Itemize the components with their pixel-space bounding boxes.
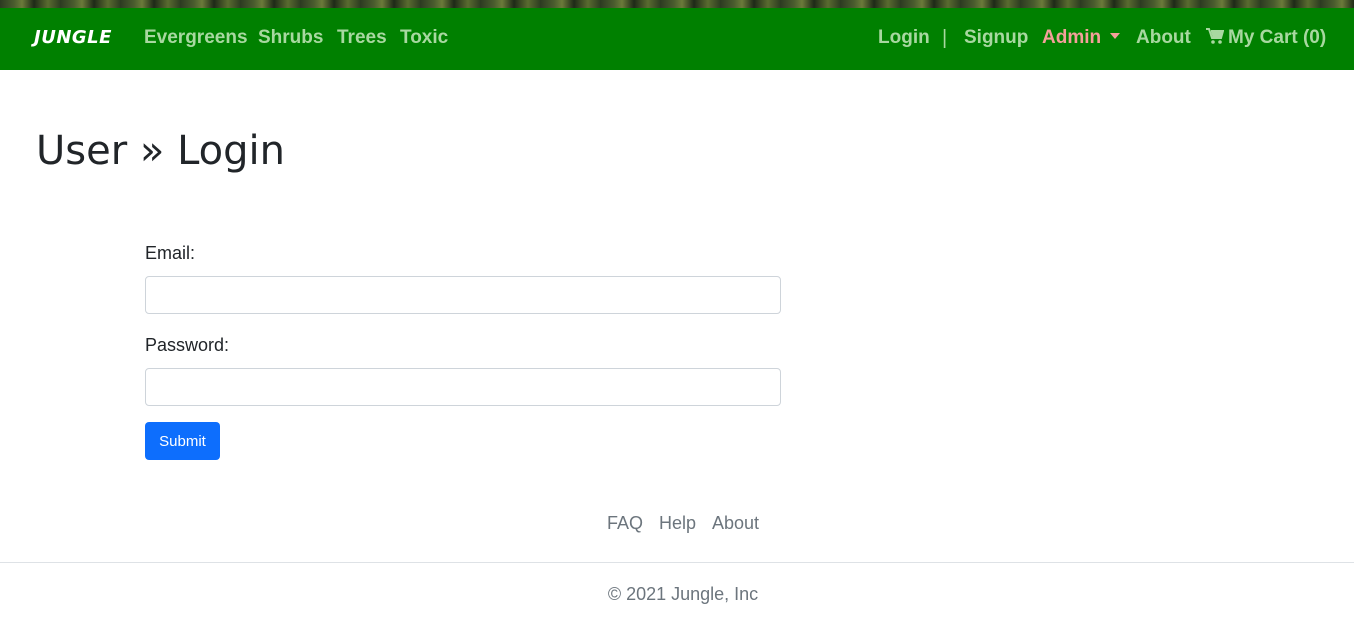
footer-links: FAQ Help About: [0, 513, 1354, 534]
submit-button[interactable]: Submit: [145, 422, 220, 460]
footer-link-faq[interactable]: FAQ: [607, 513, 643, 534]
page-title: User » Login: [36, 128, 285, 174]
nav-link-shrubs[interactable]: Shrubs: [258, 27, 323, 49]
nav-dropdown-admin[interactable]: Admin: [1042, 27, 1121, 49]
copyright-text: © 2021 Jungle, Inc: [607, 584, 759, 604]
cart-label: My Cart (0): [1228, 27, 1327, 48]
nav-divider: |: [942, 27, 948, 49]
forest-banner-strip: [0, 0, 1354, 8]
footer-link-about[interactable]: About: [712, 513, 759, 534]
nav-link-cart[interactable]: My Cart (0): [1206, 27, 1326, 49]
brand-logo[interactable]: JUNGLE: [34, 27, 112, 48]
nav-link-evergreens[interactable]: Evergreens: [144, 27, 248, 49]
password-label: Password:: [145, 335, 230, 355]
admin-label: Admin: [1042, 27, 1102, 48]
cart-icon: [1206, 28, 1224, 44]
email-label: Email:: [145, 243, 196, 263]
nav-link-signup[interactable]: Signup: [964, 27, 1028, 49]
top-navbar: JUNGLE Evergreens Shrubs Trees Toxic Log…: [0, 8, 1354, 70]
nav-link-trees[interactable]: Trees: [337, 27, 387, 49]
email-field[interactable]: [145, 276, 781, 314]
password-field[interactable]: [145, 368, 781, 406]
nav-link-about[interactable]: About: [1136, 27, 1191, 49]
footer-divider: [0, 562, 1354, 563]
nav-link-toxic[interactable]: Toxic: [400, 27, 448, 49]
nav-link-login[interactable]: Login: [878, 27, 930, 49]
footer-link-help[interactable]: Help: [659, 513, 696, 534]
caret-down-icon: [1110, 33, 1121, 39]
